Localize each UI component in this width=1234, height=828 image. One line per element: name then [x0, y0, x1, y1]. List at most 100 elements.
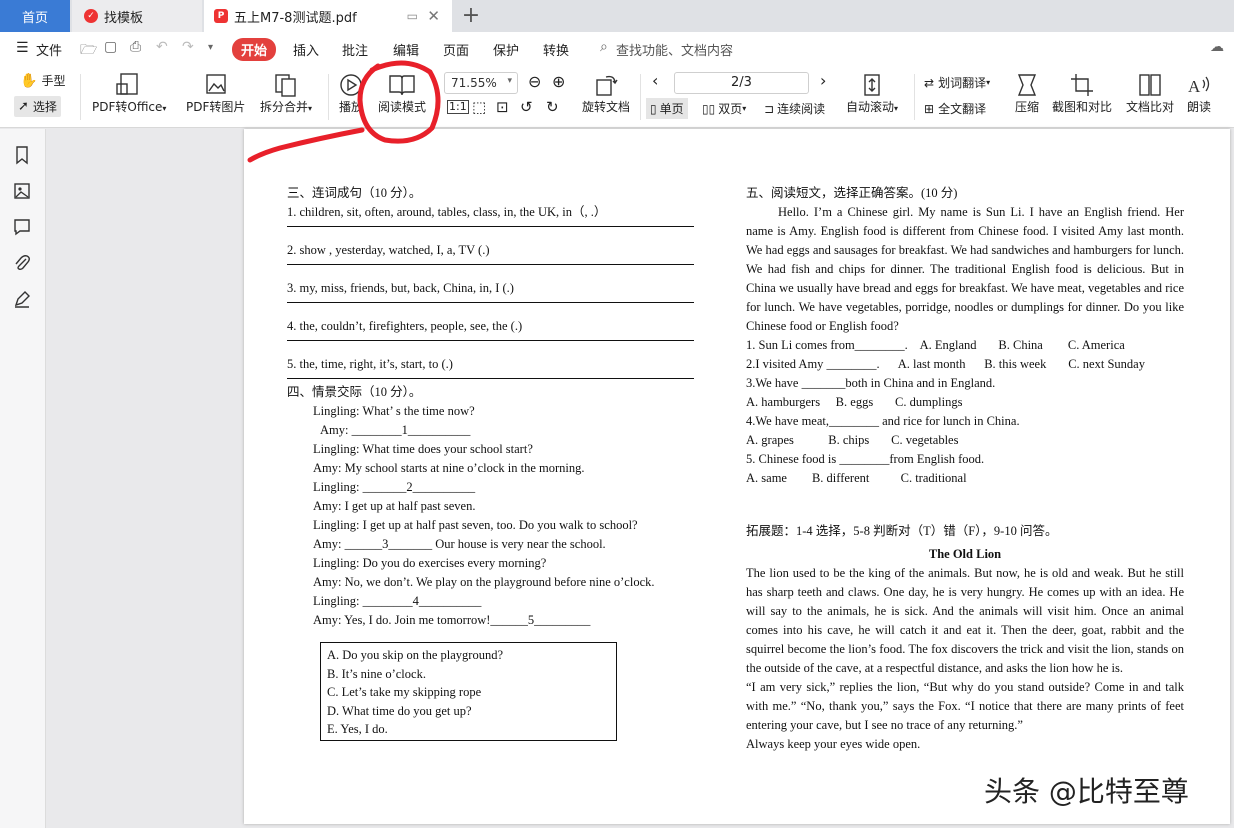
compress-label: 压缩: [1014, 100, 1039, 114]
attachment-icon[interactable]: [12, 253, 32, 273]
pdf-file-icon: P: [214, 9, 228, 23]
compress-button[interactable]: 压缩: [1014, 72, 1040, 115]
tab-templates[interactable]: ✓ 找模板: [72, 0, 202, 32]
option-item: B. It’s nine o’clock.: [327, 666, 426, 681]
split-merge-label: 拆分合并: [260, 100, 309, 114]
cloud-icon[interactable]: ☁: [1210, 39, 1224, 55]
template-logo-icon: ✓: [84, 9, 98, 23]
save-icon[interactable]: ▢: [104, 39, 117, 55]
screenshot-icon: [1071, 74, 1093, 96]
translate-icon: ⇄: [924, 75, 935, 90]
bookmark-icon[interactable]: [12, 145, 32, 165]
actual-size-icon[interactable]: 1:1: [447, 100, 469, 114]
read-mode-label: 阅读模式: [378, 100, 427, 114]
split-merge-button[interactable]: 拆分合并▾: [260, 72, 312, 115]
fit-page-icon[interactable]: ⬚: [472, 98, 486, 116]
continuous-read-button[interactable]: ⊐ 连续阅读: [764, 100, 825, 117]
page-number-input[interactable]: 2/3: [674, 72, 809, 94]
tab-document-label: 五上M7-8测试题.pdf: [234, 10, 357, 26]
rotate-document-button[interactable]: 旋转文档: [582, 72, 630, 115]
comment-icon[interactable]: [12, 217, 32, 237]
rotate-right-icon[interactable]: ↻: [546, 98, 559, 116]
reading-question: 3.We have _______both in China and in En…: [746, 376, 996, 390]
left-sidebar: [0, 129, 46, 828]
hand-tool-button[interactable]: ✋ 手型: [20, 72, 65, 89]
read-aloud-button[interactable]: A 朗读: [1186, 72, 1212, 115]
menu-insert[interactable]: 插入: [293, 40, 319, 59]
reading-question: 4.We have meat,________ and rice for lun…: [746, 414, 1020, 428]
next-page-icon[interactable]: ›: [820, 71, 826, 90]
pdf-to-image-button[interactable]: PDF转图片: [186, 72, 245, 115]
menu-protect[interactable]: 保护: [493, 40, 519, 59]
menu-convert[interactable]: 转换: [543, 40, 569, 59]
zoom-select[interactable]: 71.55% ▾: [444, 72, 518, 94]
menu-edit[interactable]: 编辑: [393, 40, 419, 59]
fit-width-icon[interactable]: ⊡: [496, 98, 509, 116]
pdf-to-office-button[interactable]: PDF转Office▾: [92, 72, 166, 115]
single-page-icon: ▯: [650, 101, 657, 116]
menu-page[interactable]: 页面: [443, 40, 469, 59]
search-function-input[interactable]: 查找功能、文档内容: [616, 40, 733, 59]
double-page-button[interactable]: ▯▯ 双页 ▾: [702, 100, 746, 117]
zoom-in-icon[interactable]: ⊕: [552, 72, 565, 91]
play-icon: [340, 74, 362, 96]
redo-icon[interactable]: ↷: [182, 39, 194, 55]
read-mode-button[interactable]: 阅读模式: [378, 72, 426, 115]
hand-label: 手型: [41, 74, 66, 88]
reading-options: A. grapes B. chips C. vegetables: [746, 433, 959, 447]
answer-line-1: [287, 226, 694, 227]
page-indicator: 2/3: [731, 75, 752, 90]
answer-line-3: [287, 302, 694, 303]
select-tool-button[interactable]: ➚ 选择: [14, 96, 61, 117]
menu-start[interactable]: 开始: [232, 38, 277, 61]
dialogue-line: Lingling: What’ s the time now?: [313, 404, 475, 418]
monitor-icon[interactable]: ▭: [407, 9, 418, 23]
reading-question: 2.I visited Amy ________. A. last month …: [746, 357, 1145, 371]
full-translate-label: 全文翻译: [938, 102, 987, 116]
rotate-document-icon: [596, 75, 618, 96]
tab-document[interactable]: P 五上M7-8测试题.pdf ▭ ✕: [204, 0, 452, 32]
watermark-text: 头条 @比特至尊: [984, 775, 1189, 808]
prev-page-icon[interactable]: ‹: [652, 71, 658, 90]
rotate-left-icon[interactable]: ↺: [520, 98, 533, 116]
section5-title: 五、阅读短文，选择正确答案。(10 分): [746, 186, 958, 200]
document-compare-button[interactable]: 文档比对: [1126, 72, 1174, 115]
open-folder-icon[interactable]: 🗁: [80, 39, 97, 63]
signature-pen-icon[interactable]: [12, 289, 32, 309]
play-button[interactable]: 播放: [338, 72, 364, 115]
print-icon[interactable]: ⎙: [130, 39, 141, 55]
full-translate-button[interactable]: ⊞ 全文翻译: [924, 100, 986, 117]
dialogue-line: Amy: No, we don’t. We play on the playgr…: [313, 575, 655, 589]
section3-q5: 5. the, time, right, it’s, start, to (.): [287, 357, 453, 371]
word-translate-button[interactable]: ⇄ 划词翻译 ▾: [924, 74, 990, 91]
new-tab-icon[interactable]: +: [458, 3, 484, 28]
thumbnail-icon[interactable]: [12, 181, 32, 201]
dialogue-line: Lingling: Do you do exercises every morn…: [313, 556, 547, 570]
single-page-button[interactable]: ▯ 单页: [646, 98, 688, 119]
pdf-to-office-label: PDF转Office: [92, 100, 163, 114]
split-merge-icon: [275, 74, 296, 97]
auto-scroll-icon: [864, 74, 880, 96]
menu-annotate[interactable]: 批注: [342, 40, 368, 59]
dialogue-line: Lingling: _______2__________: [313, 480, 476, 494]
dialogue-line: Lingling: I get up at half past seven, t…: [313, 518, 638, 532]
tab-home[interactable]: 首页: [0, 0, 70, 32]
double-page-label: 双页: [718, 102, 743, 116]
dialogue-line: Amy: I get up at half past seven.: [313, 499, 476, 513]
select-label: 选择: [32, 100, 57, 114]
options-box: A. Do you skip on the playground? B. It’…: [320, 642, 617, 741]
auto-scroll-button[interactable]: 自动滚动▾: [846, 72, 898, 115]
hand-icon: ✋: [20, 72, 38, 89]
option-item: A. Do you skip on the playground?: [327, 648, 504, 662]
pdf-to-office-icon: [116, 73, 138, 95]
screenshot-compare-button[interactable]: 截图和对比: [1052, 72, 1112, 115]
menu-file[interactable]: 文件: [36, 40, 62, 59]
more-chevron-icon[interactable]: ▾: [208, 42, 213, 53]
hamburger-icon[interactable]: ☰: [16, 40, 29, 56]
undo-icon[interactable]: ↶: [156, 39, 168, 55]
close-tab-icon[interactable]: ✕: [427, 7, 440, 25]
dialogue-line: Amy: ______3_______ Our house is very ne…: [313, 537, 606, 551]
reading-options: A. same B. different C. traditional: [746, 471, 967, 485]
answer-line-5: [287, 378, 694, 379]
zoom-out-icon[interactable]: ⊖: [528, 72, 541, 91]
